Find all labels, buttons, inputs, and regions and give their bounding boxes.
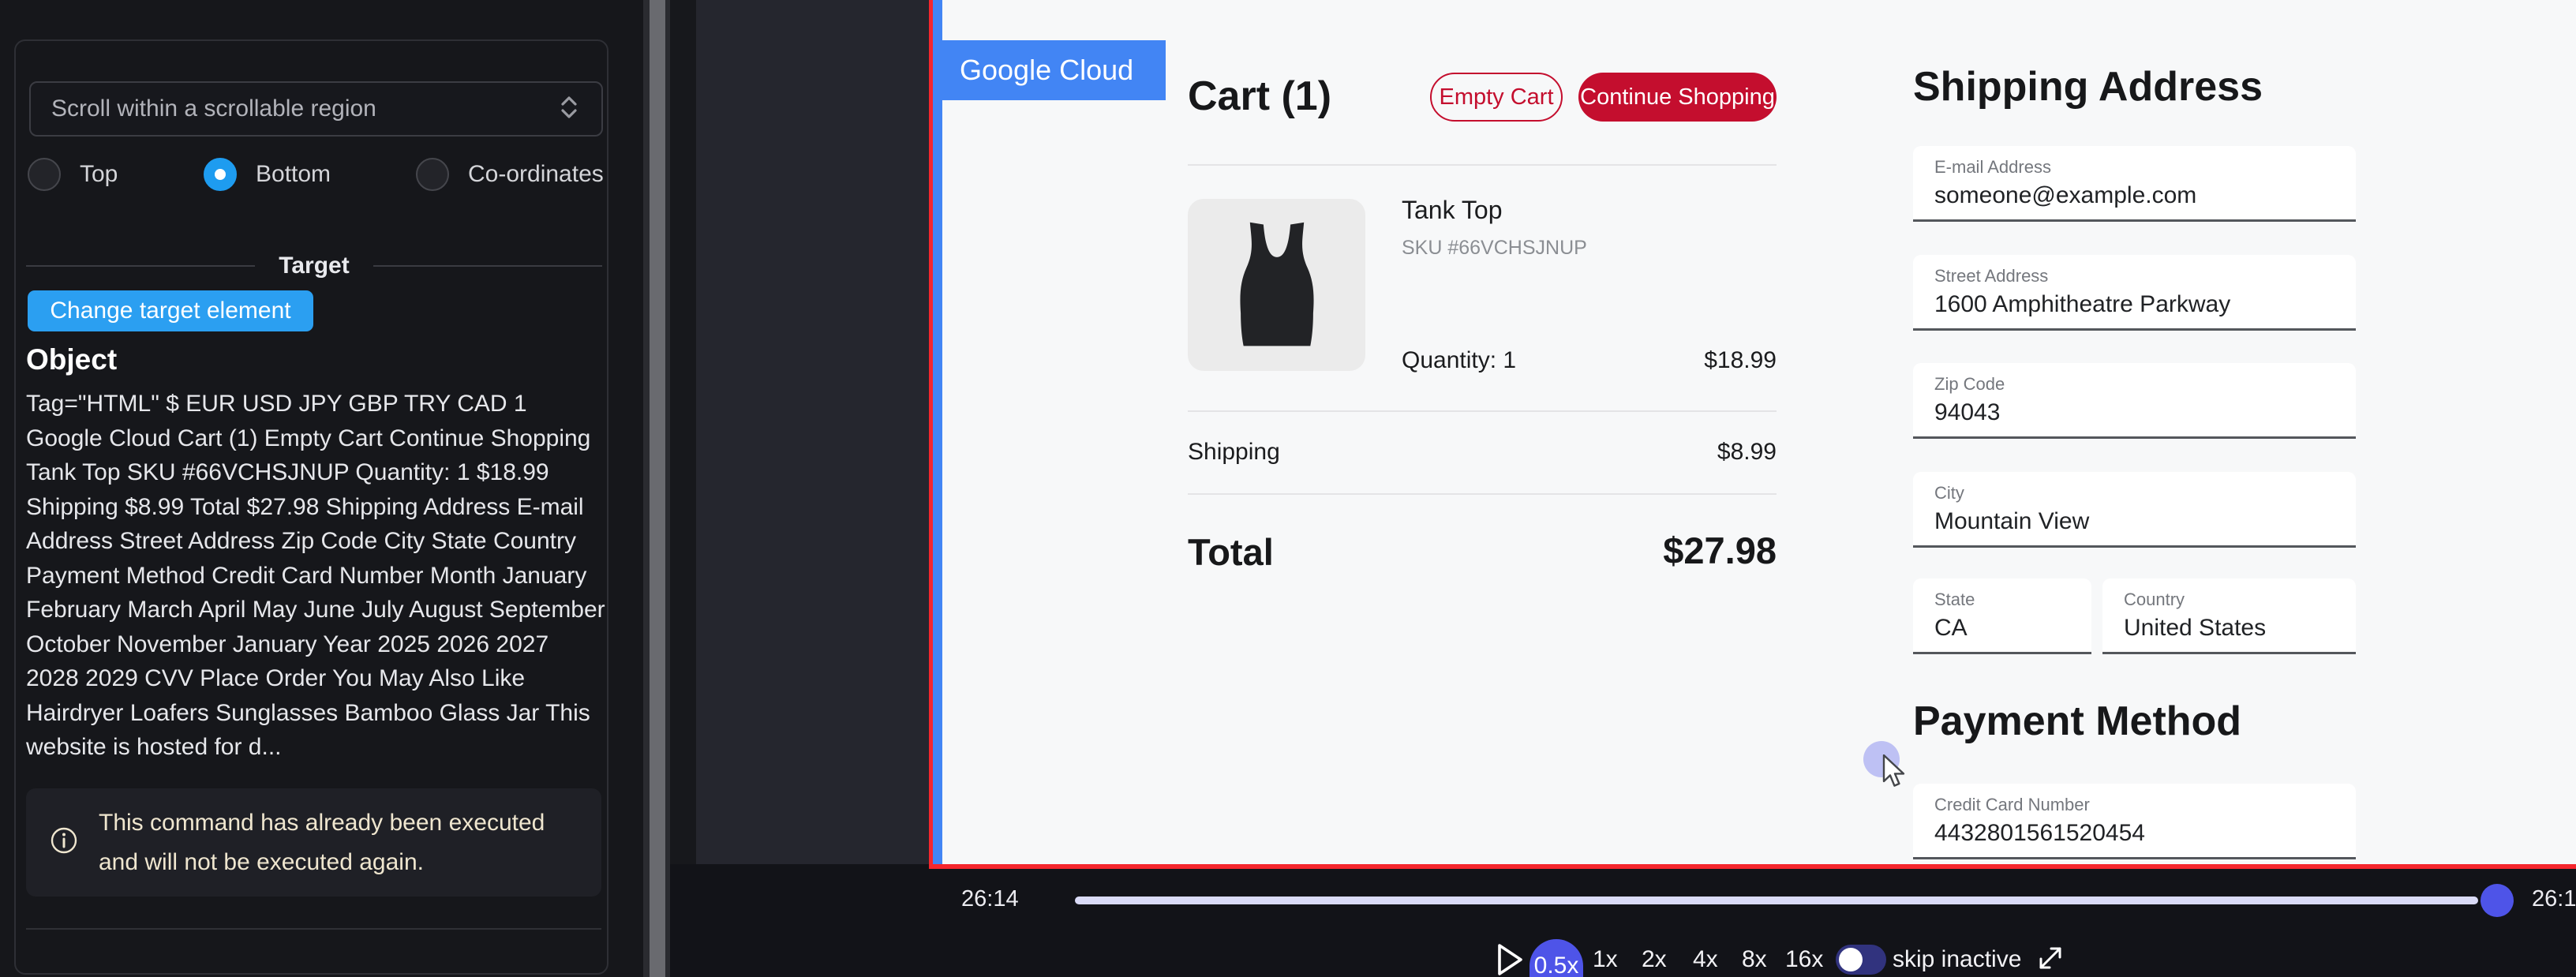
product-price: $18.99 xyxy=(1704,347,1777,374)
skip-inactive-toggle[interactable] xyxy=(1836,945,1886,975)
payment-method-heading: Payment Method xyxy=(1913,698,2241,745)
info-icon xyxy=(50,826,78,859)
radio-bottom-label: Bottom xyxy=(256,161,331,188)
state-field[interactable]: State CA xyxy=(1913,578,2091,654)
change-target-element-button[interactable]: Change target element xyxy=(28,290,313,331)
speed-1x-button[interactable]: 1x xyxy=(1593,946,1618,973)
command-type-value: Scroll within a scrollable region xyxy=(51,95,557,122)
radio-coordinates[interactable] xyxy=(416,158,449,191)
target-section-divider: Target xyxy=(26,253,602,279)
sidebar-bottom-divider xyxy=(26,928,601,930)
zip-code-value: 94043 xyxy=(1934,399,2000,426)
recorded-page-viewport: Google Cloud Cart (1) Empty Cart Continu… xyxy=(942,0,2576,864)
cart-divider xyxy=(1188,410,1777,412)
shipping-label: Shipping xyxy=(1188,439,1280,466)
object-heading: Object xyxy=(26,343,117,376)
city-field[interactable]: City Mountain View xyxy=(1913,472,2356,548)
country-label: Country xyxy=(2124,590,2185,610)
command-executed-alert: This command has already been executed a… xyxy=(26,788,601,897)
street-address-field[interactable]: Street Address 1600 Amphitheatre Parkway xyxy=(1913,255,2356,331)
radio-top[interactable] xyxy=(28,158,61,191)
stage-gap xyxy=(670,0,696,864)
end-time: 26:1 xyxy=(2532,886,2576,912)
current-time: 26:14 xyxy=(961,886,1019,912)
product-quantity: Quantity: 1 xyxy=(1402,347,1516,374)
tank-top-graphic xyxy=(1206,214,1348,356)
target-highlight-blue-left xyxy=(933,0,942,864)
mouse-cursor-icon xyxy=(1881,754,1913,793)
street-address-label: Street Address xyxy=(1934,266,2048,286)
radio-top-label: Top xyxy=(80,161,118,188)
shipping-address-heading: Shipping Address xyxy=(1913,63,2263,110)
object-description-text: Tag="HTML" $ EUR USD JPY GBP TRY CAD 1 G… xyxy=(26,387,606,765)
street-address-value: 1600 Amphitheatre Parkway xyxy=(1934,291,2230,318)
scroll-position-radio-group: Top Bottom Co-ordinates xyxy=(0,156,645,193)
cart-title: Cart (1) xyxy=(1188,73,1331,120)
product-name: Tank Top xyxy=(1402,196,1503,225)
command-sidebar: Scroll within a scrollable region Top Bo… xyxy=(0,0,645,977)
divider-line xyxy=(26,265,255,267)
total-label: Total xyxy=(1188,530,1274,574)
toggle-knob xyxy=(1839,948,1863,971)
brand-logo[interactable]: Google Cloud xyxy=(942,40,1166,100)
country-field[interactable]: Country United States xyxy=(2102,578,2356,654)
sidebar-scrollbar-track[interactable] xyxy=(643,0,670,977)
empty-cart-button[interactable]: Empty Cart xyxy=(1430,73,1563,122)
speed-4x-button[interactable]: 4x xyxy=(1693,946,1718,973)
chevron-up-down-icon xyxy=(557,95,581,124)
radio-option-top[interactable]: Top xyxy=(28,156,118,193)
speed-16x-button[interactable]: 16x xyxy=(1785,946,1823,973)
continue-shopping-button[interactable]: Continue Shopping xyxy=(1578,73,1777,122)
city-value: Mountain View xyxy=(1934,508,2089,535)
play-button[interactable] xyxy=(1496,942,1525,977)
radio-option-bottom[interactable]: Bottom xyxy=(204,156,331,193)
cart-divider xyxy=(1188,164,1777,166)
total-price: $27.98 xyxy=(1663,529,1777,572)
radio-option-coordinates[interactable]: Co-ordinates xyxy=(416,156,604,193)
product-image-tank-top xyxy=(1188,199,1365,371)
credit-card-number-value: 4432801561520454 xyxy=(1934,820,2145,847)
email-address-value: someone@example.com xyxy=(1934,182,2196,209)
email-address-label: E-mail Address xyxy=(1934,157,2051,178)
state-value: CA xyxy=(1934,615,1968,642)
stage-letterbox xyxy=(696,0,930,864)
command-type-select[interactable]: Scroll within a scrollable region xyxy=(29,81,603,137)
seek-bar[interactable] xyxy=(1075,884,2511,917)
shipping-price: $8.99 xyxy=(1717,439,1777,466)
credit-card-number-field[interactable]: Credit Card Number 4432801561520454 xyxy=(1913,784,2356,859)
radio-coordinates-label: Co-ordinates xyxy=(468,161,604,188)
speed-0.5x-button[interactable]: 0.5x xyxy=(1530,939,1583,977)
seek-thumb[interactable] xyxy=(2481,884,2514,917)
target-section-label: Target xyxy=(255,253,373,279)
speed-8x-button[interactable]: 8x xyxy=(1742,946,1767,973)
cart-divider xyxy=(1188,493,1777,495)
zip-code-field[interactable]: Zip Code 94043 xyxy=(1913,363,2356,439)
skip-inactive-label[interactable]: skip inactive xyxy=(1893,946,2021,973)
alert-message: This command has already been executed a… xyxy=(99,803,572,882)
country-value: United States xyxy=(2124,615,2266,642)
credit-card-number-label: Credit Card Number xyxy=(1934,795,2090,815)
product-sku: SKU #66VCHSJNUP xyxy=(1402,237,1587,260)
speed-2x-button[interactable]: 2x xyxy=(1642,946,1667,973)
app-root: Scroll within a scrollable region Top Bo… xyxy=(0,0,2576,977)
email-address-field[interactable]: E-mail Address someone@example.com xyxy=(1913,146,2356,222)
zip-code-label: Zip Code xyxy=(1934,374,2005,395)
player-timeline-bar: 26:14 26:1 0.5x 1x 2x 4x 8x 16x skip ina… xyxy=(670,869,2576,977)
divider-line xyxy=(373,265,602,267)
fullscreen-expand-icon[interactable] xyxy=(2035,942,2066,974)
state-label: State xyxy=(1934,590,1975,610)
seek-track[interactable] xyxy=(1075,897,2478,904)
city-label: City xyxy=(1934,483,1964,503)
sidebar-scrollbar-thumb[interactable] xyxy=(650,0,665,977)
radio-bottom[interactable] xyxy=(204,158,237,191)
